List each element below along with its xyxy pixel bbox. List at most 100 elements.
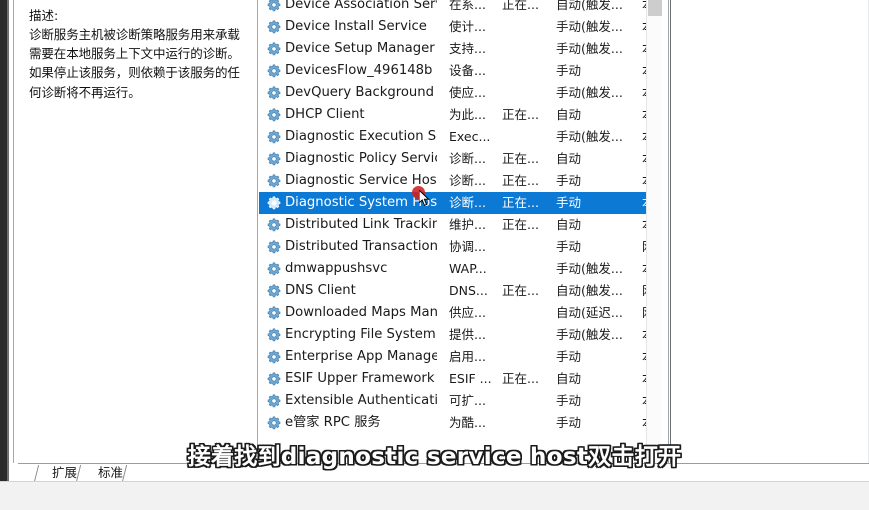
service-desc: 诊断... — [449, 151, 486, 166]
service-description-panel: 描述: 诊断服务主机被诊断策略服务用来承载需要在本地服务上下文中运行的诊断。如果… — [13, 0, 258, 463]
service-name: Diagnostic Execution Service — [285, 129, 437, 144]
service-row[interactable]: DHCP Client为此...正在...自动本 — [259, 104, 657, 126]
service-name: Diagnostic Policy Service — [285, 151, 437, 166]
service-startup: 手动 — [556, 393, 582, 408]
view-tabs[interactable]: 扩展 标准 — [18, 463, 869, 482]
service-desc: 协调... — [449, 239, 486, 254]
service-name: DevQuery Background Dis... — [285, 85, 437, 100]
service-desc: 设备... — [449, 63, 486, 78]
gear-icon — [267, 20, 281, 34]
service-startup: 手动(触发... — [556, 85, 623, 100]
service-row[interactable]: Diagnostic Service Host诊断...正在...手动本 — [259, 170, 657, 192]
services-list-panel[interactable]: Device Association Service 在系... 正在... 自动(触… — [259, 0, 669, 463]
description-text: 诊断服务主机被诊断策略服务用来承载需要在本地服务上下文中运行的诊断。如果停止该服… — [29, 27, 240, 100]
gear-icon — [267, 42, 281, 56]
service-row[interactable]: Device Setup Manager支持...手动(触发...本 — [259, 38, 657, 60]
service-row[interactable]: Downloaded Maps Manager供应...自动(延迟...网 — [259, 302, 657, 324]
service-startup: 手动 — [556, 349, 582, 364]
service-row[interactable]: Diagnostic Policy Service诊断...正在...自动本 — [259, 148, 657, 170]
service-desc: ESIF ... — [449, 371, 492, 386]
gear-icon — [267, 218, 281, 232]
service-startup: 手动(触发... — [556, 129, 623, 144]
service-name: ESIF Upper Framework Ser... — [285, 371, 437, 386]
service-startup: 手动 — [556, 239, 582, 254]
service-name: Device Install Service — [285, 19, 427, 34]
gear-icon — [267, 0, 281, 12]
actions-pane — [670, 0, 868, 463]
services-list-viewport[interactable]: Device Association Service 在系... 正在... 自动(触… — [259, 0, 657, 457]
gear-icon — [267, 350, 281, 364]
service-desc: 提供... — [449, 327, 486, 342]
service-row[interactable]: Enterprise App Manageme...启用...手动本 — [259, 346, 657, 368]
gear-icon — [267, 196, 281, 210]
service-name: Downloaded Maps Manager — [285, 305, 437, 320]
service-name: DHCP Client — [285, 107, 365, 122]
service-startup: 自动 — [556, 107, 582, 122]
service-row[interactable]: DevicesFlow_496148b设备...手动本 — [259, 60, 657, 82]
service-name: e管家 RPC 服务 — [285, 415, 381, 430]
gear-icon — [267, 86, 281, 100]
service-desc: Exec... — [449, 129, 491, 144]
gear-icon — [267, 152, 281, 166]
gear-icon — [267, 328, 281, 342]
gear-icon — [267, 240, 281, 254]
service-name: DNS Client — [285, 283, 356, 298]
window-left-border-dark — [0, 0, 7, 481]
service-name: Extensible Authentication ... — [285, 393, 437, 408]
service-name: dmwappushsvc — [285, 261, 388, 276]
service-status: 正在... — [502, 0, 539, 12]
service-startup: 自动(触发... — [556, 283, 623, 298]
service-row-selected[interactable]: Diagnostic System Host诊断...正在...手动本 — [259, 192, 657, 214]
service-row[interactable]: Device Association Service 在系... 正在... 自动(触… — [259, 0, 657, 16]
service-row[interactable]: ESIF Upper Framework Ser... ESIF ... 正在...… — [259, 368, 657, 390]
service-status: 正在... — [502, 173, 539, 188]
service-status: 正在... — [502, 283, 539, 298]
service-description-inner: 描述: 诊断服务主机被诊断策略服务用来承载需要在本地服务上下文中运行的诊断。如果… — [29, 6, 245, 102]
gear-icon — [267, 306, 281, 320]
service-row[interactable]: Distributed Link Tracking C... 维护... 正在...… — [259, 214, 657, 236]
screen-root: 描述: 诊断服务主机被诊断策略服务用来承载需要在本地服务上下文中运行的诊断。如果… — [0, 0, 869, 510]
service-status: 正在... — [502, 195, 539, 210]
service-status: 正在... — [502, 107, 539, 122]
service-desc: 在系... — [449, 0, 486, 12]
gear-icon — [267, 284, 281, 298]
service-row[interactable]: e管家 RPC 服务为酷...手动本 — [259, 412, 657, 434]
service-name: DevicesFlow_496148b — [285, 63, 433, 78]
gear-icon — [267, 108, 281, 122]
service-name: Device Setup Manager — [285, 41, 435, 56]
service-desc: 使应... — [449, 85, 486, 100]
service-row[interactable]: Distributed Transaction Co...协调...手动网 — [259, 236, 657, 258]
services-list-scrollbar[interactable] — [646, 0, 662, 463]
service-row[interactable]: dmwappushsvcWAP...手动(触发...本 — [259, 258, 657, 280]
service-name: Enterprise App Manageme... — [285, 349, 437, 364]
tab-separator — [33, 465, 40, 482]
service-desc: 为酷... — [449, 415, 486, 430]
service-startup: 自动(触发... — [556, 0, 623, 12]
service-row[interactable]: DNS ClientDNS...正在...自动(触发...网 — [259, 280, 657, 302]
service-row[interactable]: Diagnostic Execution Service Exec... 手动(触发… — [259, 126, 657, 148]
service-startup: 手动(触发... — [556, 41, 623, 56]
service-startup: 自动 — [556, 371, 582, 386]
service-row[interactable]: DevQuery Background Dis...使应...手动(触发...本 — [259, 82, 657, 104]
service-startup: 手动 — [556, 63, 582, 78]
service-name: Distributed Transaction Co... — [285, 239, 437, 254]
service-desc: 诊断... — [449, 195, 486, 210]
service-desc: DNS... — [449, 283, 488, 298]
service-desc: 维护... — [449, 217, 486, 232]
service-startup: 手动 — [556, 173, 582, 188]
service-startup: 手动(触发... — [556, 19, 623, 34]
service-startup: 自动 — [556, 151, 582, 166]
services-list-scrollbar-thumb[interactable] — [648, 0, 662, 16]
service-row[interactable]: Encrypting File System (EFS) 提供... 手动(触发..… — [259, 324, 657, 346]
gear-icon — [267, 262, 281, 276]
service-startup: 手动 — [556, 415, 582, 430]
service-startup: 手动(触发... — [556, 261, 623, 276]
service-desc: 支持... — [449, 41, 486, 56]
service-desc: 使计... — [449, 19, 486, 34]
description-label: 描述: — [29, 8, 59, 23]
service-row[interactable]: Extensible Authentication ...可扩...手动本 — [259, 390, 657, 412]
service-desc: 启用... — [449, 349, 486, 364]
service-name: Device Association Service — [285, 0, 437, 12]
gear-icon — [267, 394, 281, 408]
service-row[interactable]: Device Install Service使计...手动(触发...本 — [259, 16, 657, 38]
